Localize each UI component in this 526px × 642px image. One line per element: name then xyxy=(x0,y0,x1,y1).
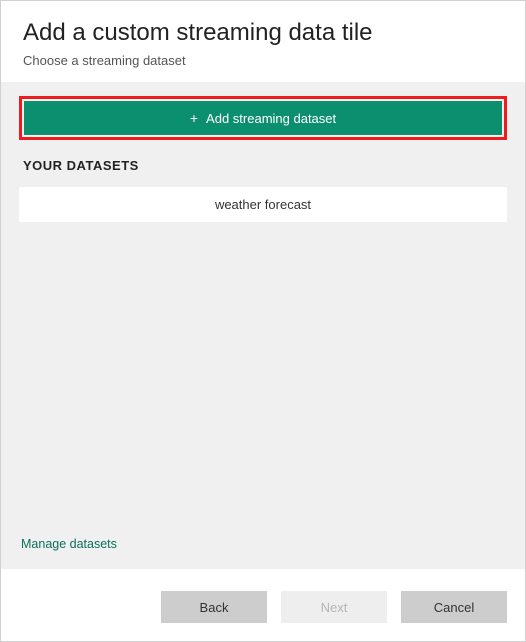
dataset-item[interactable]: weather forecast xyxy=(19,187,507,222)
next-button: Next xyxy=(281,591,387,623)
dialog-title: Add a custom streaming data tile xyxy=(23,19,503,47)
dataset-item-label: weather forecast xyxy=(215,197,311,212)
dialog-header: Add a custom streaming data tile Choose … xyxy=(1,1,525,82)
cancel-button[interactable]: Cancel xyxy=(401,591,507,623)
add-button-highlight: + Add streaming dataset xyxy=(19,96,507,140)
dialog-content: + Add streaming dataset YOUR DATASETS we… xyxy=(1,82,525,569)
your-datasets-header: YOUR DATASETS xyxy=(19,158,507,173)
manage-datasets-link[interactable]: Manage datasets xyxy=(21,537,117,551)
back-button[interactable]: Back xyxy=(161,591,267,623)
plus-icon: + xyxy=(190,111,198,125)
dialog-subtitle: Choose a streaming dataset xyxy=(23,53,503,68)
add-button-label: Add streaming dataset xyxy=(206,111,336,126)
add-streaming-dataset-button[interactable]: + Add streaming dataset xyxy=(24,101,502,135)
dialog-footer: Back Next Cancel xyxy=(1,569,525,641)
